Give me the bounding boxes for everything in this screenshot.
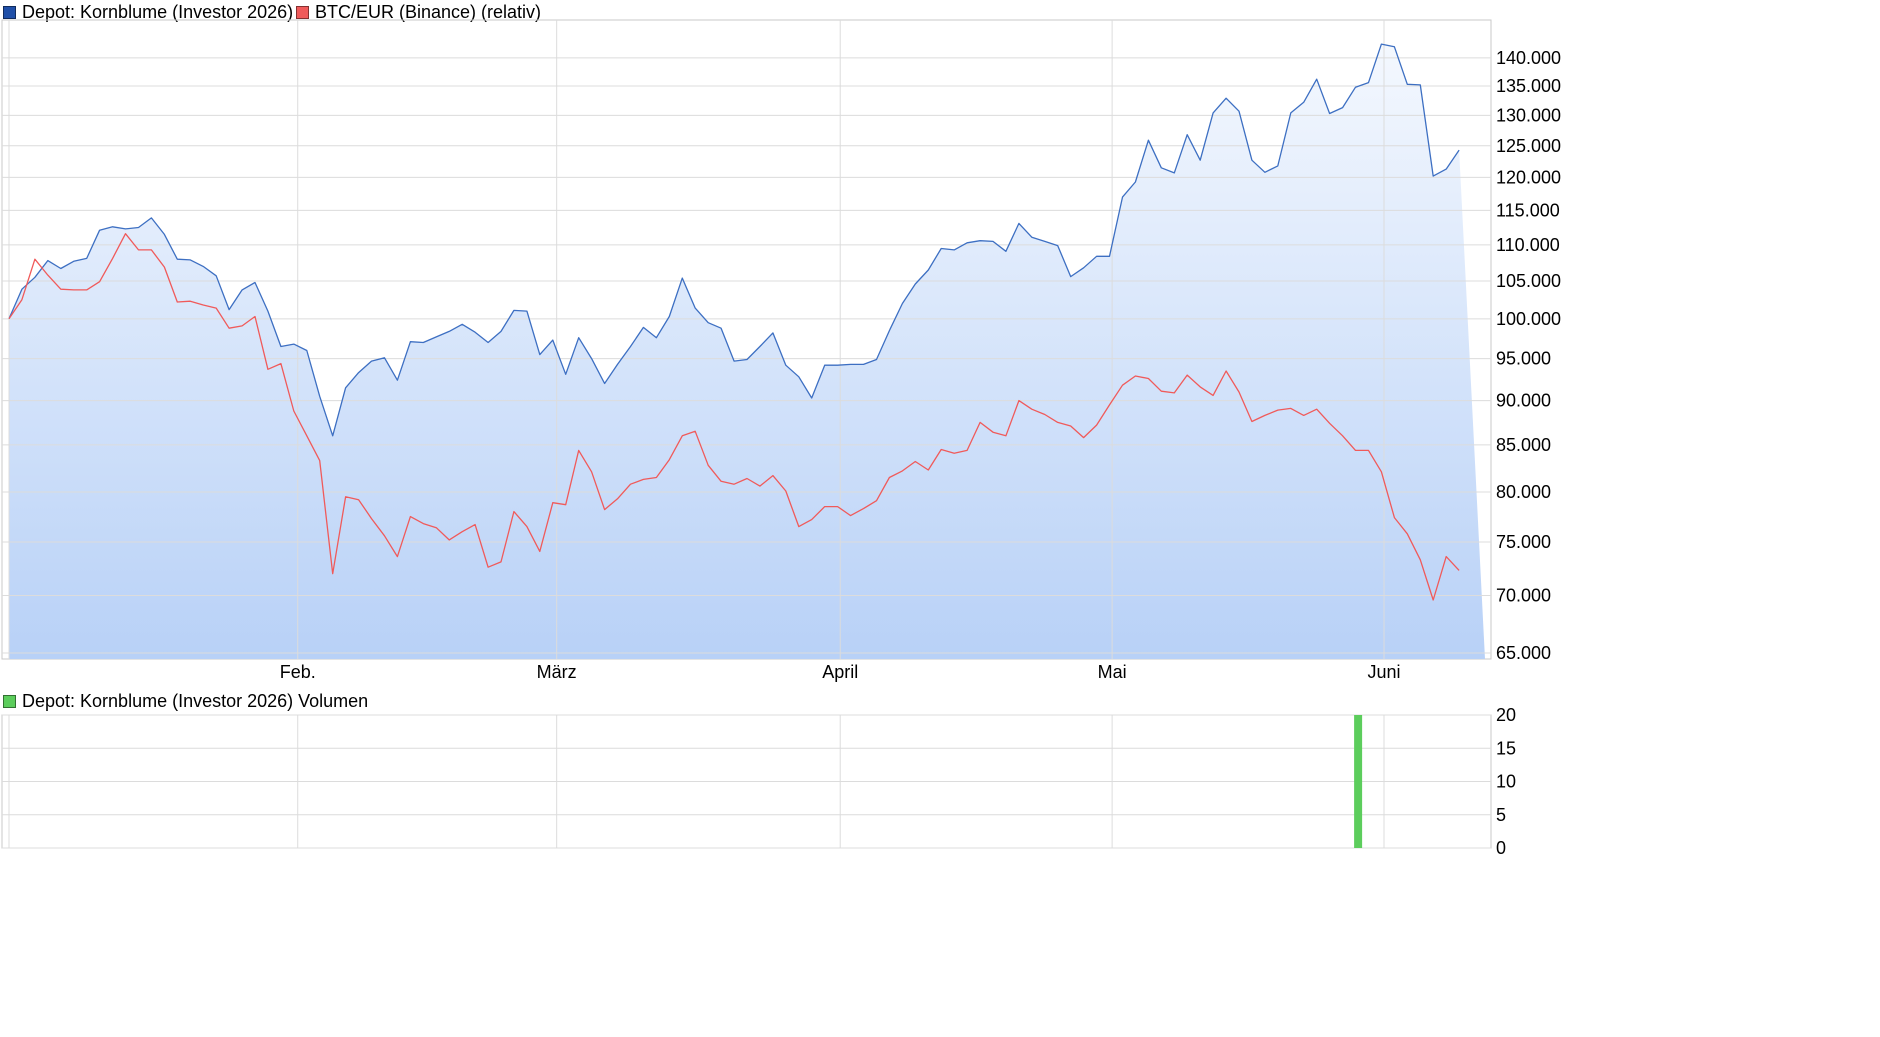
y-tick-label: 70.000 xyxy=(1496,586,1551,606)
y-tick-label: 105.000 xyxy=(1496,271,1561,291)
y-tick-label: 65.000 xyxy=(1496,643,1551,663)
depot-area xyxy=(9,44,1485,660)
y-tick-label: 130.000 xyxy=(1496,105,1561,125)
volume-bar xyxy=(1354,715,1363,848)
x-tick-label: Mai xyxy=(1098,662,1127,682)
x-tick-label: Feb. xyxy=(280,662,316,682)
y-tick-label: 115.000 xyxy=(1496,200,1560,220)
volume-y-tick-label: 20 xyxy=(1496,705,1516,725)
y-tick-label: 80.000 xyxy=(1496,482,1551,502)
y-tick-label: 75.000 xyxy=(1496,532,1551,552)
volume-y-tick-label: 5 xyxy=(1496,805,1506,825)
y-tick-label: 120.000 xyxy=(1496,167,1561,187)
y-tick-label: 110.000 xyxy=(1496,235,1560,255)
volume-y-tick-label: 10 xyxy=(1496,772,1516,792)
y-tick-label: 85.000 xyxy=(1496,435,1551,455)
x-tick-label: April xyxy=(822,662,858,682)
price-chart[interactable]: 140.000 135.000 130.000 125.000 120.000 115.0… xyxy=(0,0,1880,1037)
y-tick-label: 140.000 xyxy=(1496,48,1561,68)
volume-y-tick-label: 0 xyxy=(1496,838,1506,858)
y-tick-label: 125.000 xyxy=(1496,136,1561,156)
y-tick-label: 95.000 xyxy=(1496,349,1551,369)
x-tick-label: März xyxy=(537,662,577,682)
y-tick-label: 90.000 xyxy=(1496,391,1551,411)
x-tick-label: Juni xyxy=(1367,662,1400,682)
y-tick-label: 100.000 xyxy=(1496,309,1561,329)
volume-y-tick-label: 15 xyxy=(1496,738,1516,758)
y-tick-label: 135.000 xyxy=(1496,76,1561,96)
